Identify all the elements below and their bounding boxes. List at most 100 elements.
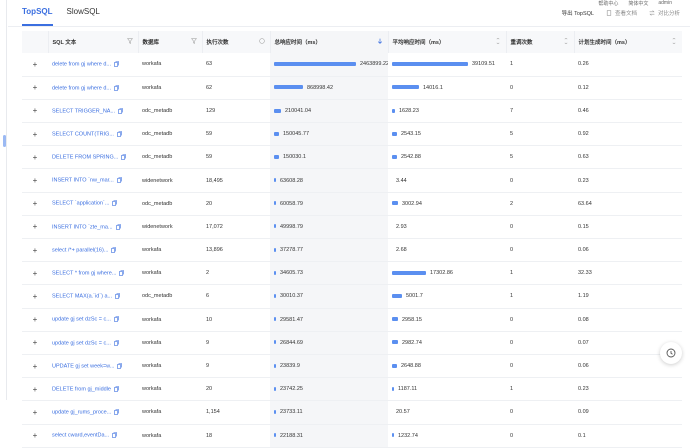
sql-text-cell[interactable]: INSERT INTO `nw_mar...	[48, 169, 138, 192]
copy-icon[interactable]	[114, 409, 120, 415]
table-row[interactable]: + delete from gj where d... workafa 63 2…	[22, 53, 682, 77]
table-row[interactable]: + INSERT INTO `nw_mar... widenetwork 18,…	[22, 168, 682, 193]
copy-icon[interactable]	[121, 154, 127, 160]
help-center-link[interactable]: 帮助中心	[598, 0, 618, 7]
expand-row-button[interactable]: +	[22, 239, 48, 262]
header-total-response[interactable]: 总响应时间（ms）	[270, 31, 389, 53]
sql-text-link[interactable]: INSERT INTO `nw_mar...	[52, 178, 114, 184]
expand-row-button[interactable]: +	[22, 378, 48, 401]
expand-row-button[interactable]: +	[22, 169, 48, 192]
sql-text-link[interactable]: select /*+ parallel(16)...	[52, 247, 108, 253]
sql-text-cell[interactable]: select /*+ parallel(16)...	[48, 239, 138, 262]
copy-icon[interactable]	[114, 386, 119, 392]
export-topsql-button[interactable]: 导出 TopSQL	[562, 9, 594, 17]
sql-text-cell[interactable]: DELETE from gj_middle	[48, 378, 138, 401]
sql-text-link[interactable]: update gj set dzSc = c...	[52, 317, 111, 323]
sort-icon[interactable]	[495, 38, 501, 44]
expand-row-button[interactable]: +	[22, 262, 48, 285]
history-float-button[interactable]	[660, 342, 682, 364]
sql-text-link[interactable]: update gj set dzSc = c...	[52, 340, 111, 346]
copy-icon[interactable]	[112, 200, 118, 207]
header-exec-count[interactable]: 执行次数	[202, 31, 271, 53]
sql-text-cell[interactable]: SELECT MAX(a.`id`) a...	[48, 285, 138, 308]
copy-icon[interactable]	[117, 131, 122, 137]
expand-row-button[interactable]: +	[22, 331, 48, 354]
sql-text-link[interactable]: INSERT INTO `zte_ma...	[52, 224, 113, 230]
expand-row-button[interactable]: +	[22, 123, 48, 146]
sql-text-link[interactable]: DELETE from gj_middle	[52, 386, 111, 392]
table-row[interactable]: + update gj set dzSc = c... workafa 10 2…	[22, 308, 682, 332]
table-row[interactable]: + select /*+ parallel(16)... workafa 13,…	[22, 238, 682, 262]
table-row[interactable]: + delete from gj where d... workafa 62 8…	[22, 76, 682, 100]
sql-text-cell[interactable]: delete from gj where d...	[48, 53, 138, 76]
sql-text-cell[interactable]: SELECT * from gj where...	[48, 262, 138, 285]
table-row[interactable]: + UPDATE gj set week=w... workafa 9 2383…	[22, 354, 682, 378]
expand-row-button[interactable]: +	[22, 53, 48, 76]
copy-icon[interactable]	[112, 432, 117, 439]
header-avg-response[interactable]: 平均响应时间（ms）	[388, 31, 507, 53]
sql-text-link[interactable]: update gj_rums_proce...	[52, 410, 111, 416]
sql-text-cell[interactable]: update gj_rums_proce...	[48, 401, 138, 424]
sql-text-link[interactable]: UPDATE gj set week=w...	[52, 363, 114, 369]
tab-topsql[interactable]: TopSQL	[22, 0, 53, 26]
sql-text-cell[interactable]: delete from gj where d...	[48, 76, 138, 99]
copy-icon[interactable]	[119, 270, 125, 276]
view-doc-button[interactable]: 查看文档	[606, 9, 637, 17]
header-plan-time[interactable]: 计划生成时间（ms）	[574, 31, 682, 53]
copy-icon[interactable]	[114, 61, 119, 67]
sql-text-cell[interactable]: SELECT `application`...	[48, 192, 138, 215]
copy-icon[interactable]	[114, 84, 119, 91]
copy-icon[interactable]	[116, 177, 122, 184]
table-row[interactable]: + INSERT INTO `zte_ma... widenetwork 17,…	[22, 215, 682, 239]
sql-text-link[interactable]: SELECT COUNT(TRIG...	[52, 131, 114, 137]
sql-text-cell[interactable]: select cward,eventDa...	[48, 424, 138, 447]
expand-row-button[interactable]: +	[22, 215, 48, 238]
header-retry-count[interactable]: 重调次数	[506, 31, 575, 53]
table-row[interactable]: + SELECT MAX(a.`id`) a... odc_metadb 6 3…	[22, 284, 682, 309]
sort-desc-icon[interactable]	[377, 38, 383, 44]
header-sql-text[interactable]: SQL 文本	[48, 31, 139, 53]
table-row[interactable]: + SELECT * from gj where... workafa 2 34…	[22, 261, 682, 285]
sql-text-link[interactable]: SELECT TRIGGER_NA...	[52, 108, 115, 114]
sql-text-link[interactable]: DELETE FROM SPRING...	[52, 155, 118, 161]
copy-icon[interactable]	[114, 339, 119, 346]
copy-icon[interactable]	[114, 316, 119, 323]
sql-text-cell[interactable]: SELECT TRIGGER_NA...	[48, 99, 138, 122]
compare-analysis-button[interactable]: 对比分析	[649, 9, 680, 17]
table-row[interactable]: + SELECT `application`... odc_metadb 20 …	[22, 192, 682, 216]
expand-row-button[interactable]: +	[22, 308, 48, 331]
sql-text-link[interactable]: SELECT `application`...	[52, 201, 109, 207]
header-database[interactable]: 数据库	[138, 31, 203, 53]
tab-slowsql[interactable]: SlowSQL	[67, 0, 100, 26]
copy-icon[interactable]	[111, 247, 117, 253]
language-switch[interactable]: 简体中文	[628, 0, 648, 7]
expand-row-button[interactable]: +	[22, 424, 48, 447]
user-menu[interactable]: admin	[658, 0, 672, 7]
expand-row-button[interactable]: +	[22, 354, 48, 377]
expand-row-button[interactable]: +	[22, 76, 48, 99]
table-row[interactable]: + update gj_rums_proce... workafa 1,154 …	[22, 400, 682, 424]
copy-icon[interactable]	[115, 223, 121, 230]
filter-icon[interactable]	[190, 38, 197, 44]
sort-icon[interactable]	[563, 38, 569, 44]
sql-text-cell[interactable]: INSERT INTO `zte_ma...	[48, 215, 138, 238]
table-row[interactable]: + DELETE from gj_middle workafa 20 23742…	[22, 377, 682, 401]
expand-row-button[interactable]: +	[22, 146, 48, 169]
sql-text-cell[interactable]: update gj set dzSc = c...	[48, 308, 138, 331]
expand-row-button[interactable]: +	[22, 192, 48, 215]
sql-text-link[interactable]: select cward,eventDa...	[52, 433, 109, 439]
expand-row-button[interactable]: +	[22, 99, 48, 122]
table-row[interactable]: + SELECT TRIGGER_NA... odc_metadb 129 21…	[22, 99, 682, 123]
table-row[interactable]: + SELECT COUNT(TRIG... odc_metadb 59 150…	[22, 122, 682, 146]
copy-icon[interactable]	[118, 107, 123, 114]
sql-text-link[interactable]: delete from gj where d...	[52, 85, 111, 91]
sql-text-link[interactable]: delete from gj where d...	[52, 62, 111, 68]
table-row[interactable]: + DELETE FROM SPRING... odc_metadb 59 15…	[22, 145, 682, 169]
table-row[interactable]: + select cward,eventDa... workafa 18 221…	[22, 424, 682, 448]
sql-text-cell[interactable]: DELETE FROM SPRING...	[48, 146, 138, 169]
sql-text-link[interactable]: SELECT * from gj where...	[52, 271, 116, 277]
copy-icon[interactable]	[115, 293, 120, 300]
copy-icon[interactable]	[117, 362, 123, 369]
sql-text-link[interactable]: SELECT MAX(a.`id`) a...	[52, 294, 112, 300]
filter-icon[interactable]	[126, 38, 133, 44]
